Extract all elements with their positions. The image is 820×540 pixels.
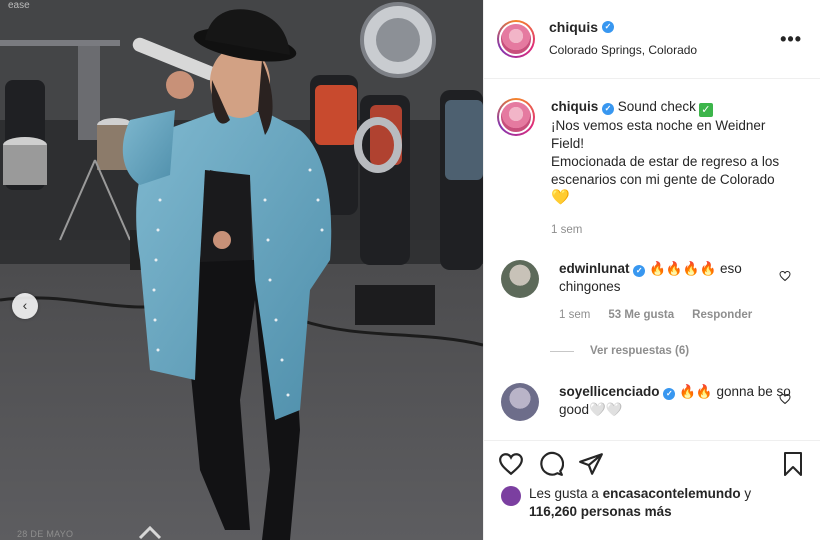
comments-list: chiquis ✓ Sound check ✓ ¡Nos vemos esta n…: [484, 80, 820, 440]
post-location[interactable]: Colorado Springs, Colorado: [549, 43, 697, 57]
yellow-heart-icon: 💛: [551, 189, 570, 206]
view-replies-button[interactable]: Ver respuestas (6): [550, 345, 689, 357]
comment-item: edwinlunat ✓ 🔥🔥🔥🔥 eso chingones 1 sem 53…: [497, 260, 795, 324]
caption-time[interactable]: 1 sem: [551, 221, 582, 239]
likes-count[interactable]: 116,260 personas más: [529, 504, 672, 519]
post-actions: Les gusta a encasacontelemundo y 116,260…: [484, 440, 820, 540]
likes-prefix: Les gusta a: [529, 486, 599, 501]
verified-icon: ✓: [602, 103, 615, 115]
post-photo: ease ‹: [0, 0, 483, 540]
fire-emoji: 🔥🔥: [679, 384, 713, 399]
replies-divider: [550, 350, 574, 352]
concert-photo: [0, 0, 483, 540]
comment-username[interactable]: edwinlunat: [559, 261, 630, 276]
caption-entry: chiquis ✓ Sound check ✓ ¡Nos vemos esta n…: [497, 98, 787, 239]
author-username[interactable]: chiquis: [549, 19, 598, 35]
check-mark-icon: ✓: [698, 103, 713, 117]
photo-corner-text: ease: [8, 0, 30, 11]
comment-likes[interactable]: 53 Me gusta: [608, 306, 674, 324]
comment-item: soyellicenciado ✓ 🔥🔥 gonna be so good🤍🤍: [497, 383, 795, 421]
caption-first-line: Sound check: [617, 99, 696, 114]
verified-icon: ✓: [602, 21, 615, 33]
commenter-avatar[interactable]: [501, 260, 539, 298]
verified-icon: ✓: [663, 388, 676, 400]
view-replies-label: Ver respuestas (6): [590, 345, 690, 357]
fire-emoji: 🔥🔥🔥🔥: [649, 261, 717, 276]
liker-avatar[interactable]: [501, 486, 521, 506]
verified-icon: ✓: [633, 265, 646, 277]
like-heart-icon[interactable]: [498, 451, 524, 477]
caption-line: Emocionada de estar de regreso a los esc…: [551, 154, 780, 187]
post-sidebar: chiquis ✓ Colorado Springs, Colorado •••…: [483, 0, 820, 540]
share-paper-plane-icon[interactable]: [578, 451, 604, 477]
comment-username[interactable]: soyellicenciado: [559, 384, 660, 399]
comment-bubble-icon[interactable]: [538, 451, 564, 477]
liker-username[interactable]: encasacontelemundo: [603, 486, 741, 501]
caption-username[interactable]: chiquis: [551, 99, 598, 114]
likes-summary: Les gusta a encasacontelemundo y 116,260…: [501, 485, 751, 521]
like-comment-heart-icon[interactable]: [779, 270, 791, 282]
author-avatar[interactable]: [497, 20, 535, 58]
post-header: chiquis ✓ Colorado Springs, Colorado •••: [484, 0, 820, 79]
comment-tail: 🤍🤍: [589, 402, 623, 417]
comment-time[interactable]: 1 sem: [559, 306, 590, 324]
commenter-avatar[interactable]: [501, 383, 539, 421]
like-comment-heart-icon[interactable]: [779, 393, 791, 405]
more-options-icon[interactable]: •••: [780, 30, 802, 48]
likes-conj: y: [744, 486, 752, 501]
chevron-left-icon: ‹: [22, 297, 28, 313]
post-date[interactable]: 28 DE MAYO: [17, 529, 73, 539]
caption-line: ¡Nos vemos esta noche en Weidner Field!: [551, 118, 766, 151]
save-bookmark-icon[interactable]: [781, 451, 805, 477]
caption-avatar[interactable]: [497, 98, 535, 136]
reply-button[interactable]: Responder: [692, 306, 752, 324]
previous-photo-button[interactable]: ‹: [12, 293, 38, 319]
